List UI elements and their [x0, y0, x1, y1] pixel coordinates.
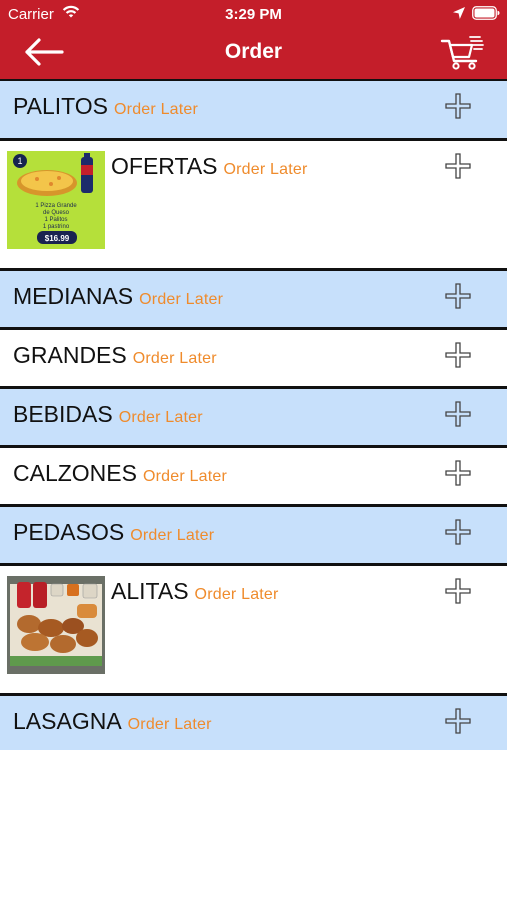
plus-icon[interactable] — [444, 92, 472, 120]
menu-row-title: PALITOS Order Later — [13, 93, 198, 120]
ofertas-badge: 1 — [17, 156, 22, 166]
app-header: Carrier 3:29 PM Order — [0, 0, 507, 79]
ofertas-promo-image: 1 1 Pizza Grande de Queso 1 Palitos 1 pa… — [7, 151, 105, 249]
status-bar: Carrier 3:29 PM — [0, 0, 507, 28]
order-later-label: Order Later — [118, 409, 203, 426]
order-later-label: Order Later — [142, 468, 227, 485]
back-button[interactable] — [22, 36, 66, 68]
plus-icon[interactable] — [444, 518, 472, 546]
menu-item-name: PEDASOS — [13, 519, 125, 545]
menu-row-ofertas[interactable]: 1 1 Pizza Grande de Queso 1 Palitos 1 pa… — [0, 138, 507, 268]
arrow-left-icon — [25, 38, 64, 66]
plus-icon[interactable] — [444, 459, 472, 487]
menu-list: PALITOS Order Later 1 1 Pizza Grande de Q… — [0, 79, 507, 750]
menu-row-title: GRANDES Order Later — [13, 342, 217, 369]
page-title: Order — [224, 40, 283, 63]
menu-row-palitos[interactable]: PALITOS Order Later — [0, 79, 507, 138]
menu-row-medianas[interactable]: MEDIANAS Order Later — [0, 268, 507, 327]
plus-icon[interactable] — [444, 282, 472, 310]
menu-item-name: PALITOS — [13, 93, 109, 119]
menu-item-name: ALITAS — [111, 578, 189, 604]
menu-row-title: MEDIANAS Order Later — [13, 283, 223, 310]
order-later-label: Order Later — [223, 161, 308, 178]
menu-item-name: GRANDES — [13, 342, 127, 368]
ofertas-line-4: 1 pastrino — [43, 224, 70, 230]
ofertas-line-2: de Queso — [43, 210, 70, 216]
order-later-label: Order Later — [114, 101, 199, 118]
plus-icon[interactable] — [444, 400, 472, 428]
plus-icon[interactable] — [444, 707, 472, 735]
clock: 3:29 PM — [225, 6, 282, 23]
cart-icon — [440, 36, 484, 70]
order-later-label: Order Later — [194, 586, 279, 603]
menu-row-title: BEBIDAS Order Later — [13, 401, 203, 428]
menu-row-title: ALITAS Order Later — [111, 578, 279, 605]
plus-icon[interactable] — [444, 577, 472, 605]
ofertas-price: $16.99 — [45, 234, 70, 243]
menu-item-name: LASAGNA — [13, 708, 122, 734]
menu-row-title: OFERTAS Order Later — [111, 153, 308, 180]
order-later-label: Order Later — [139, 291, 224, 308]
ofertas-line-1: 1 Pizza Grande — [35, 203, 77, 209]
menu-row-title: CALZONES Order Later — [13, 460, 227, 487]
menu-item-name: OFERTAS — [111, 153, 218, 179]
menu-row-alitas[interactable]: ALITAS Order Later — [0, 563, 507, 693]
location-arrow-icon — [453, 7, 465, 19]
order-later-label: Order Later — [130, 527, 215, 544]
menu-row-title: LASAGNA Order Later — [13, 708, 212, 735]
alitas-photo — [7, 576, 105, 674]
ofertas-thumbnail: 1 1 Pizza Grande de Queso 1 Palitos 1 pa… — [7, 151, 105, 249]
menu-row-lasagna[interactable]: LASAGNA Order Later — [0, 693, 507, 750]
menu-row-grandes[interactable]: GRANDES Order Later — [0, 327, 507, 386]
menu-item-name: BEBIDAS — [13, 401, 113, 427]
ofertas-line-3: 1 Palitos — [44, 217, 67, 223]
plus-icon[interactable] — [444, 152, 472, 180]
alitas-thumbnail — [7, 576, 105, 674]
menu-row-title: PEDASOS Order Later — [13, 519, 214, 546]
menu-item-name: MEDIANAS — [13, 283, 134, 309]
menu-item-name: CALZONES — [13, 460, 137, 486]
battery-icon — [472, 6, 500, 20]
order-later-label: Order Later — [132, 350, 217, 367]
menu-row-bebidas[interactable]: BEBIDAS Order Later — [0, 386, 507, 445]
cart-button[interactable] — [440, 33, 486, 71]
menu-row-calzones[interactable]: CALZONES Order Later — [0, 445, 507, 504]
menu-row-pedasos[interactable]: PEDASOS Order Later — [0, 504, 507, 563]
order-later-label: Order Later — [127, 716, 212, 733]
plus-icon[interactable] — [444, 341, 472, 369]
